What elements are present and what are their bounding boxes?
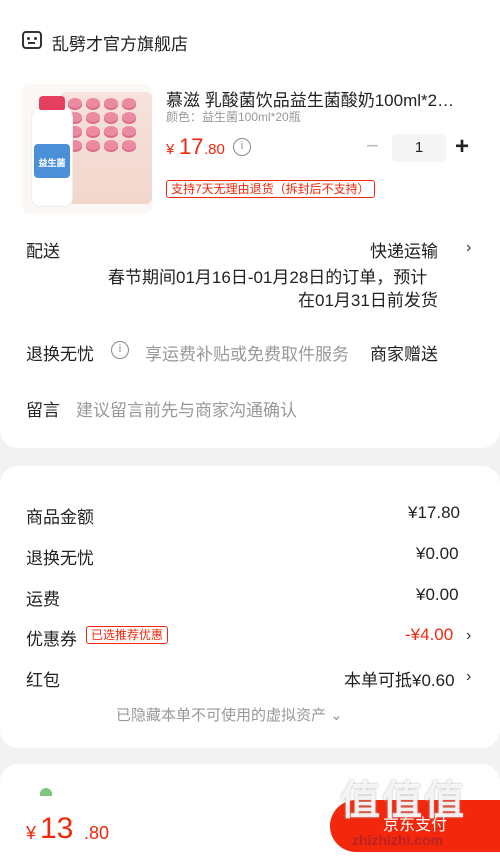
goods-amount-value: ¥17.80 — [408, 503, 460, 522]
chevron-right-icon[interactable]: › — [466, 668, 471, 686]
worry-free-value[interactable]: 商家赠送 — [370, 340, 438, 365]
increase-quantity-button[interactable]: + — [455, 133, 469, 161]
order-card: 乱劈才官方旗舰店 益生菌 慕滋 乳酸菌饮品益生菌酸奶100ml*2… 颜色：益生… — [0, 0, 500, 448]
worry-free-desc: 享运费补贴或免费取件服务 — [145, 345, 349, 364]
price-decimal: .80 — [204, 141, 225, 158]
bottle-cap — [39, 96, 65, 110]
delivery-note-line1: 春节期间01月16日-01月28日的订单，预计 — [108, 268, 428, 287]
quantity-input[interactable]: 1 — [392, 134, 446, 162]
total-symbol: ¥ — [26, 823, 37, 843]
total-decimal: .80 — [84, 823, 110, 843]
red-packet-label: 红包 — [26, 671, 60, 690]
bottle-caps — [66, 96, 148, 166]
chevron-right-icon[interactable]: › — [466, 239, 471, 257]
freight-value: ¥0.00 — [416, 585, 459, 604]
decrease-quantity-button[interactable]: − — [366, 133, 379, 159]
info-icon[interactable]: i — [233, 138, 251, 156]
red-packet-value[interactable]: 本单可抵¥0.60 — [344, 666, 455, 691]
product-spec[interactable]: 颜色：益生菌100ml*20瓶 — [166, 108, 301, 125]
product-image[interactable]: 益生菌 — [22, 84, 152, 214]
info-icon[interactable]: i — [111, 341, 129, 359]
delivery-label: 配送 — [26, 242, 60, 261]
message-label: 留言 — [26, 401, 60, 420]
price-symbol: ¥ — [166, 141, 175, 158]
coupon-value[interactable]: -¥4.00 — [405, 625, 453, 645]
decorative-icon — [40, 788, 52, 796]
worry-free-fee-value: ¥0.00 — [416, 544, 459, 563]
price-summary-card: 商品金额 ¥17.80 退换无忧 ¥0.00 运费 ¥0.00 优惠券 -¥4.… — [0, 466, 500, 748]
return-policy-badge: 支持7天无理由退货（拆封后不支持） — [166, 180, 375, 198]
message-input[interactable]: 建议留言前先与商家沟通确认 — [76, 396, 297, 421]
watermark-url: zhizhizhi.com — [352, 832, 443, 848]
worry-free-label: 退换无忧 — [26, 345, 94, 364]
price-integer: 17 — [179, 134, 204, 159]
total-integer: 13 — [40, 812, 74, 845]
coupon-recommend-badge: 已选推荐优惠 — [86, 626, 169, 644]
freight-label: 运费 — [26, 590, 60, 609]
watermark-logo: 值值值 — [340, 779, 466, 823]
bottle-label-text: 益生菌 — [38, 158, 66, 168]
worry-free-fee-label: 退换无忧 — [26, 549, 94, 568]
hidden-assets-toggle[interactable]: 已隐藏本单不可使用的虚拟资产 ⌄ — [116, 704, 343, 725]
chevron-right-icon[interactable]: › — [466, 627, 471, 645]
goods-amount-label: 商品金额 — [26, 508, 94, 527]
delivery-note-line2: 在01月31日前发货 — [298, 291, 438, 310]
store-icon — [22, 31, 42, 49]
delivery-method[interactable]: 快递运输 — [370, 237, 438, 262]
coupon-label: 优惠券 — [26, 630, 77, 649]
store-name[interactable]: 乱劈才官方旗舰店 — [52, 30, 188, 55]
